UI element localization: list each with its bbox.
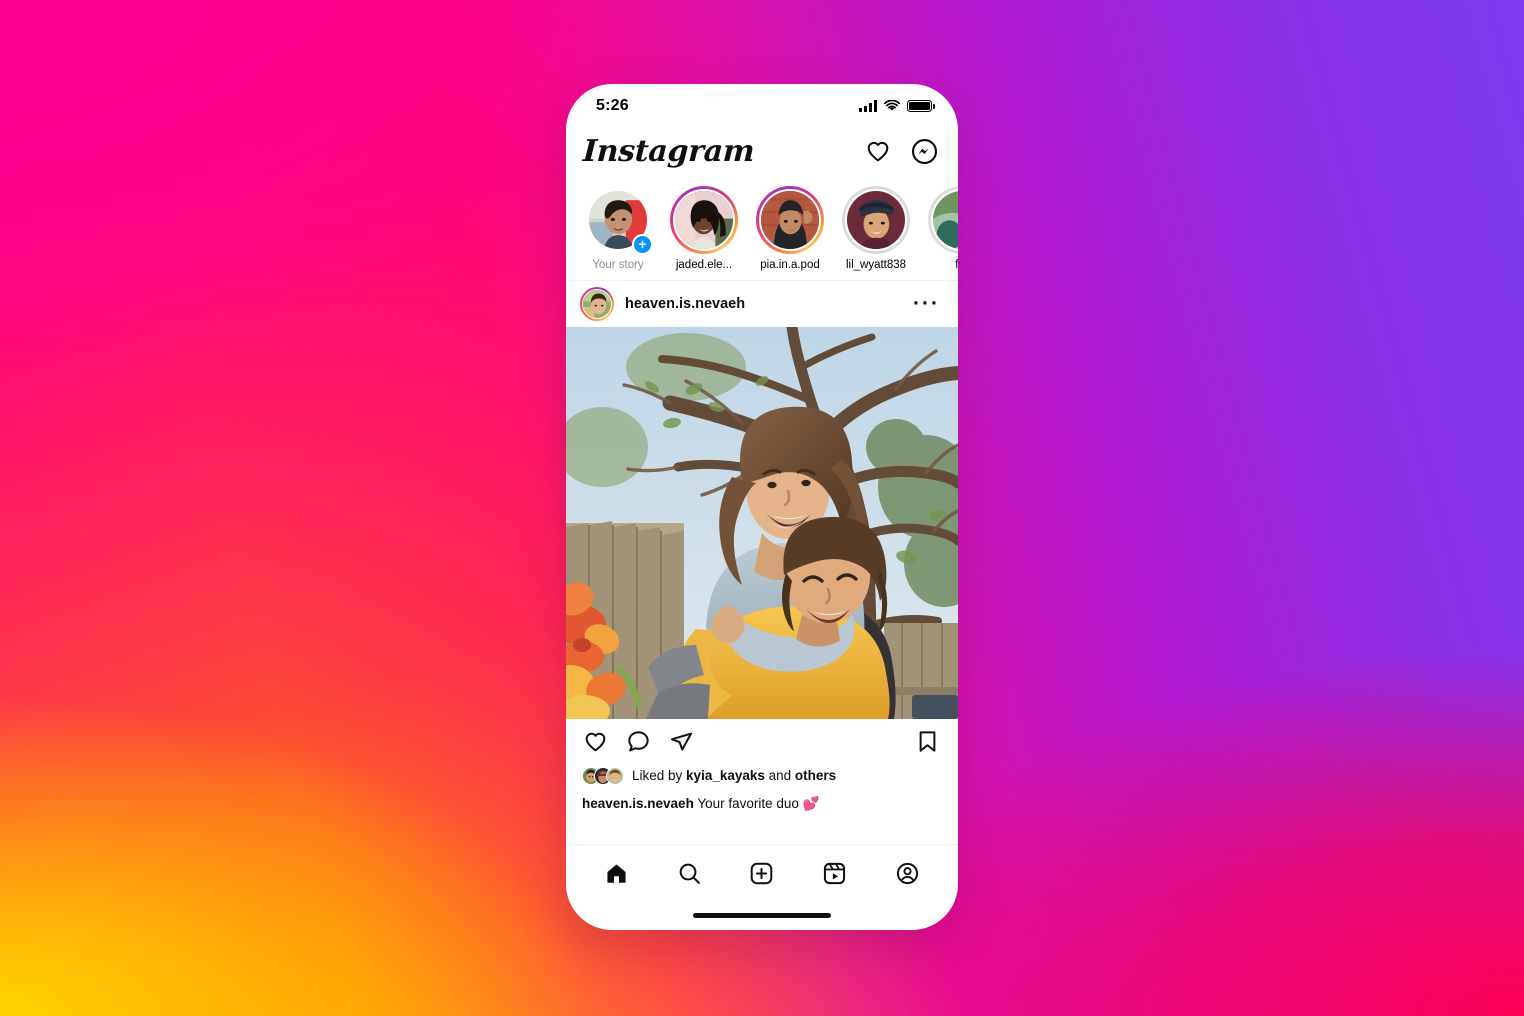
story-label: jaded.ele... <box>675 259 733 271</box>
story-avatar <box>844 188 908 252</box>
home-indicator <box>693 913 831 918</box>
story-item-2[interactable]: pia.in.a.pod <box>754 186 826 271</box>
story-item-3[interactable]: lil_wyatt838 <box>840 186 912 271</box>
post-action-bar <box>566 719 958 763</box>
post-author-avatar-ring[interactable] <box>580 287 614 321</box>
post-photo[interactable] <box>566 327 958 719</box>
post-author-username[interactable]: heaven.is.nevaeh <box>625 296 745 312</box>
app-header: Instagram <box>566 124 958 178</box>
story-label: lil_wyatt838 <box>845 259 907 271</box>
story-ring-seen[interactable] <box>928 186 958 254</box>
likes-middle: and <box>764 768 795 783</box>
story-label: fre <box>926 259 958 271</box>
likes-username[interactable]: kyia_kayaks <box>686 768 765 783</box>
header-actions <box>865 138 938 165</box>
caption-row: heaven.is.nevaeh Your favorite duo 💕 <box>566 788 958 813</box>
story-ring-unseen[interactable] <box>670 186 738 254</box>
post-header: heaven.is.nevaeh ··· <box>566 281 958 327</box>
liked-by-avatars[interactable] <box>582 766 624 785</box>
story-avatar <box>930 188 958 252</box>
likes-others-link[interactable]: others <box>795 768 836 783</box>
add-story-badge[interactable]: + <box>632 234 653 255</box>
like-heart-icon[interactable] <box>583 729 608 754</box>
cellular-signal-icon <box>859 100 877 112</box>
home-icon <box>604 861 629 886</box>
story-avatar <box>672 188 736 252</box>
status-bar: 5:26 <box>566 84 958 124</box>
instagram-wordmark[interactable]: Instagram <box>582 134 755 169</box>
bottom-tab-bar <box>566 844 958 902</box>
reels-icon <box>822 861 847 886</box>
story-ring-seen[interactable] <box>842 186 910 254</box>
messenger-icon[interactable] <box>911 138 938 165</box>
wifi-icon <box>884 100 900 112</box>
story-item-4[interactable]: fre <box>926 186 958 271</box>
tab-search[interactable] <box>677 861 702 886</box>
story-item-0[interactable]: + Your story <box>582 186 654 271</box>
activity-heart-icon[interactable] <box>865 138 891 164</box>
tab-reels[interactable] <box>822 861 847 886</box>
tab-profile[interactable] <box>895 861 920 886</box>
story-label: pia.in.a.pod <box>760 259 820 271</box>
story-item-1[interactable]: jaded.ele... <box>668 186 740 271</box>
post-author-avatar <box>581 288 613 320</box>
tab-create[interactable] <box>749 861 774 886</box>
search-icon <box>677 861 702 886</box>
share-paperplane-icon[interactable] <box>669 729 694 754</box>
comment-bubble-icon[interactable] <box>626 729 651 754</box>
background-gradient: 5:26 Instagram + Your story jaded.ele...… <box>0 0 1524 1016</box>
liked-by-avatar-3 <box>606 766 624 785</box>
caption-username[interactable]: heaven.is.nevaeh <box>582 796 694 811</box>
story-avatar <box>758 188 822 252</box>
story-label: Your story <box>592 259 644 271</box>
likes-text: Liked by kyia_kayaks and others <box>632 768 836 783</box>
story-ring-own[interactable]: + <box>584 186 653 255</box>
status-icons <box>859 99 935 113</box>
battery-full-icon <box>907 99 935 113</box>
profile-icon <box>895 861 920 886</box>
likes-row: Liked by kyia_kayaks and others <box>566 763 958 788</box>
post-more-options-button[interactable]: ··· <box>913 293 940 314</box>
caption-text: Your favorite duo 💕 <box>693 796 820 811</box>
tab-home[interactable] <box>604 861 629 886</box>
save-bookmark-icon[interactable] <box>915 729 940 754</box>
likes-prefix: Liked by <box>632 768 687 783</box>
stories-tray[interactable]: + Your story jaded.ele... pia.in.a.pod l… <box>566 178 958 281</box>
story-ring-unseen[interactable] <box>756 186 824 254</box>
phone-mockup: 5:26 Instagram + Your story jaded.ele...… <box>566 84 958 930</box>
primary-actions <box>583 729 694 754</box>
plus-box-icon <box>749 861 774 886</box>
status-time: 5:26 <box>596 97 629 114</box>
